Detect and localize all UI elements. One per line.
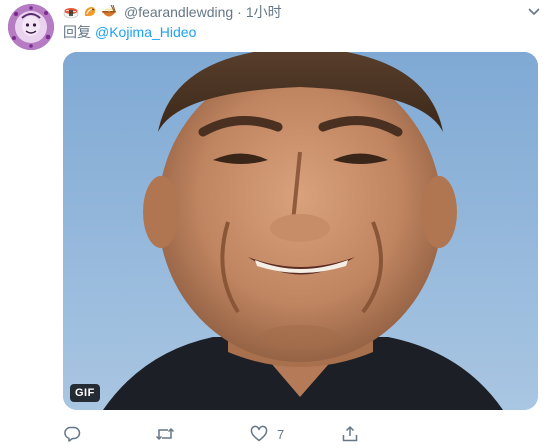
tweet: @fearandlewding · 1小时 回复 @Kojima_Hideo G…	[0, 0, 550, 448]
gif-media[interactable]: GIF	[63, 52, 538, 410]
gif-badge: GIF	[70, 384, 100, 402]
heart-icon	[250, 425, 268, 443]
shrimp-emoji-icon	[82, 4, 98, 20]
chevron-down-icon[interactable]	[526, 4, 542, 20]
separator-dot: ·	[237, 4, 242, 20]
share-icon	[341, 425, 359, 443]
sushi-emoji-icon	[63, 4, 79, 20]
reply-icon	[63, 425, 81, 443]
share-button[interactable]	[341, 424, 368, 444]
smiling-man-face-image	[63, 52, 538, 410]
retweet-button[interactable]	[155, 424, 184, 444]
like-button[interactable]: 7	[250, 424, 284, 444]
user-handle[interactable]: @fearandlewding	[124, 2, 233, 22]
reply-button[interactable]	[63, 424, 90, 444]
tweet-actions: 7	[63, 424, 538, 444]
reply-prefix: 回复	[63, 24, 91, 40]
timestamp[interactable]: 1小时	[246, 2, 282, 22]
avatar[interactable]	[8, 4, 54, 50]
like-count: 7	[277, 426, 285, 442]
reply-context: 回复 @Kojima_Hideo	[63, 22, 196, 42]
retweet-icon	[155, 425, 175, 443]
noodle-bowl-emoji-icon	[101, 4, 117, 20]
reply-mention-link[interactable]: @Kojima_Hideo	[95, 24, 196, 40]
tweet-header: @fearandlewding · 1小时	[63, 2, 282, 22]
